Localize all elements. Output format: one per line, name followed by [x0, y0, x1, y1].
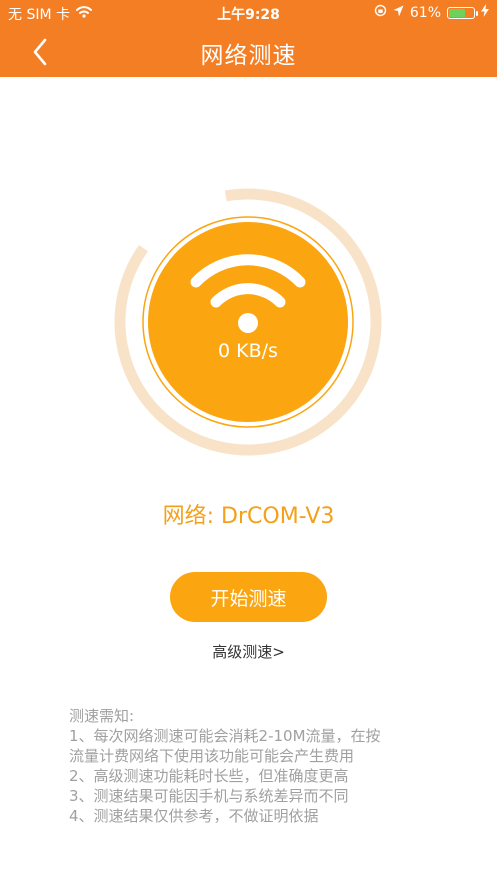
- battery-percent: 61%: [409, 4, 441, 21]
- notes-line: 4、测速结果仅供参考，不做证明依据: [69, 807, 319, 825]
- status-bar: 无 SIM 卡 上午9:28 61%: [0, 0, 497, 26]
- battery-icon: [447, 6, 478, 19]
- notes-line: 2、高级测速功能耗时长些，但准确度更高: [69, 767, 349, 785]
- notes-line: 3、测速结果可能因手机与系统差异而不同: [69, 787, 349, 805]
- nav-bar: 网络测速: [0, 26, 497, 77]
- network-name: 网络: DrCOM-V3: [162, 504, 335, 529]
- notes-line: 流量计费网络下使用该功能可能会产生费用: [69, 747, 355, 765]
- orientation-lock-icon: [374, 4, 387, 21]
- advanced-speed-test-link[interactable]: 高级测速>: [0, 641, 497, 662]
- status-right: 61%: [374, 4, 489, 21]
- location-arrow-icon: [393, 5, 404, 21]
- charging-bolt-icon: [481, 4, 489, 21]
- notes-title: 测速需知:: [69, 707, 135, 725]
- page-title: 网络测速: [200, 43, 297, 69]
- notes-line: 1、每次网络测速可能会消耗2-10M流量，在按: [69, 727, 381, 745]
- battery-fill: [449, 8, 465, 17]
- speed-gauge: [114, 188, 382, 456]
- speed-readout: 0 KB/s: [218, 340, 278, 362]
- start-speed-test-button[interactable]: 开始测速: [170, 572, 327, 622]
- speed-test-notes: 测速需知: 1、每次网络测速可能会消耗2-10M流量，在按 流量计费网络下使用该…: [69, 706, 469, 826]
